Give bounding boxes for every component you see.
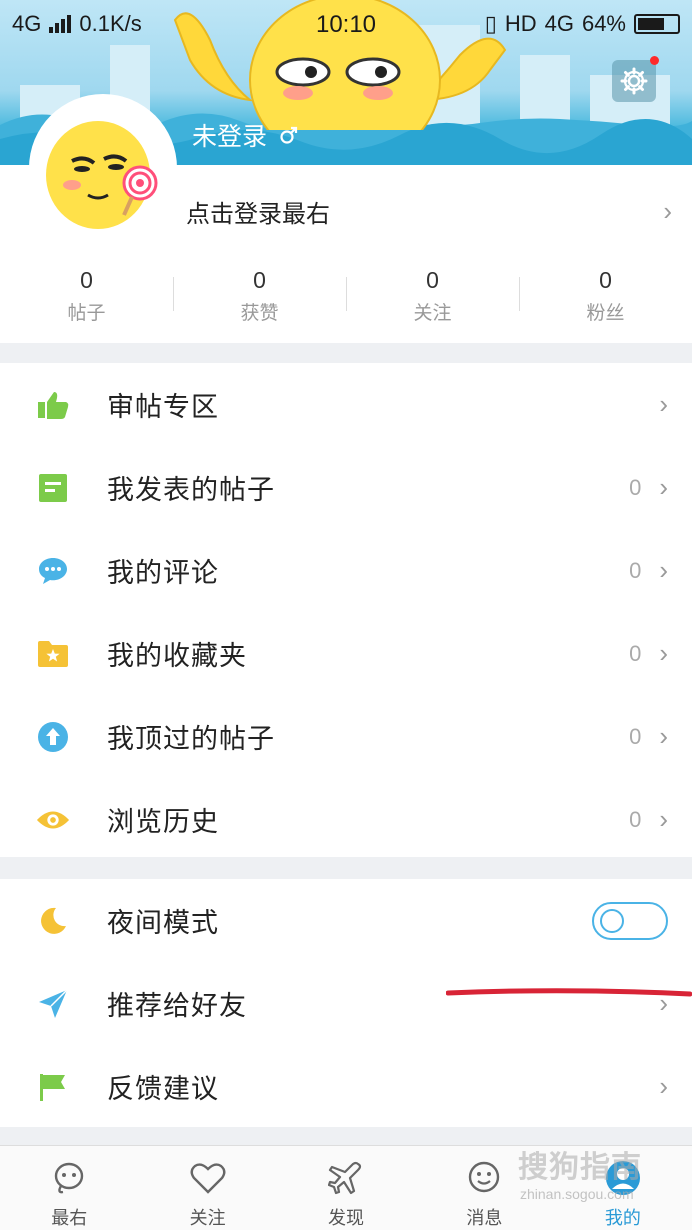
nav-home[interactable]: 最右: [0, 1146, 138, 1230]
watermark-sub: zhinan.sogou.com: [520, 1186, 634, 1202]
notification-dot: [650, 56, 659, 65]
stat-label: 关注: [413, 303, 452, 324]
stat-label: 获赞: [240, 303, 279, 324]
menu-item-feedback[interactable]: 反馈建议 ›: [0, 1045, 692, 1128]
stat-likes[interactable]: 0 获赞: [173, 265, 346, 335]
menu-group-settings: 夜间模式 推荐给好友 › 反馈建议 ›: [0, 879, 692, 1127]
login-row[interactable]: 点击登录最右 ›: [186, 191, 672, 231]
login-prompt: 点击登录最右: [186, 200, 330, 228]
menu-label: 推荐给好友: [107, 991, 247, 1021]
nav-label: 消息: [466, 1208, 503, 1228]
chat-face-icon: [464, 1158, 504, 1198]
stats-row: 0 帖子 0 获赞 0 关注 0 粉丝: [0, 265, 692, 335]
username-area[interactable]: 未登录: [192, 117, 299, 153]
username: 未登录: [192, 123, 268, 151]
battery-icon: [634, 14, 680, 34]
menu-item-history[interactable]: 浏览历史 0 ›: [0, 778, 692, 861]
comment-icon: [36, 554, 70, 588]
menu-item-recommend[interactable]: 推荐给好友 ›: [0, 962, 692, 1045]
stat-value: 0: [426, 267, 439, 293]
menu-item-my-comments[interactable]: 我的评论 0 ›: [0, 529, 692, 612]
chevron-right-icon: ›: [659, 1071, 668, 1101]
menu-label: 反馈建议: [107, 1074, 219, 1104]
chevron-right-icon: ›: [659, 555, 668, 585]
document-icon: [36, 471, 70, 505]
chevron-right-icon: ›: [659, 472, 668, 502]
gear-icon: [620, 67, 648, 95]
stat-following[interactable]: 0 关注: [346, 265, 519, 335]
annotation-underline: [446, 988, 692, 997]
chevron-right-icon: ›: [659, 721, 668, 751]
menu-item-night-mode: 夜间模式: [0, 879, 692, 962]
chevron-right-icon: ›: [663, 195, 672, 226]
eye-icon: [36, 803, 70, 837]
stat-label: 粉丝: [586, 303, 625, 324]
menu-count: 0: [629, 723, 642, 749]
nav-discover[interactable]: 发现: [277, 1146, 415, 1230]
menu-count: 0: [629, 557, 642, 583]
stat-value: 0: [80, 267, 93, 293]
watermark: 搜狗指南: [518, 1151, 642, 1184]
menu-label: 审帖专区: [107, 392, 219, 422]
folder-star-icon: [36, 637, 70, 671]
clock: 10:10: [315, 11, 377, 38]
chevron-right-icon: ›: [659, 804, 668, 834]
chevron-right-icon: ›: [659, 638, 668, 668]
moon-icon: [36, 904, 70, 938]
menu-label: 我顶过的帖子: [107, 724, 275, 754]
nav-label: 最右: [51, 1208, 88, 1228]
menu-label: 浏览历史: [107, 807, 219, 837]
menu-label: 我的评论: [107, 558, 219, 588]
status-bar: 4G 0.1K/s 10:10 ▯ HD 4G 64%: [0, 0, 692, 48]
gender-male-icon: [280, 126, 298, 144]
menu-count: 0: [629, 474, 642, 500]
menu-item-my-posts[interactable]: 我发表的帖子 0 ›: [0, 446, 692, 529]
home-face-icon: [49, 1158, 89, 1198]
menu-count: 0: [629, 640, 642, 666]
up-arrow-icon: [36, 720, 70, 754]
nav-label: 发现: [328, 1208, 365, 1228]
avatar-image: [32, 97, 174, 239]
avatar[interactable]: [32, 97, 174, 239]
thumbs-up-icon: [36, 388, 70, 422]
heart-icon: [188, 1158, 228, 1198]
airplane-icon: [326, 1158, 366, 1198]
toggle-knob: [600, 908, 624, 933]
menu-item-upvoted-posts[interactable]: 我顶过的帖子 0 ›: [0, 695, 692, 778]
night-mode-toggle[interactable]: [592, 901, 668, 940]
menu-label: 我的收藏夹: [107, 641, 247, 671]
menu-label: 我发表的帖子: [107, 475, 275, 505]
nav-label: 我的: [604, 1208, 641, 1228]
stat-fans[interactable]: 0 粉丝: [519, 265, 692, 335]
nav-label: 关注: [189, 1208, 226, 1228]
stat-value: 0: [599, 267, 612, 293]
stat-posts[interactable]: 0 帖子: [0, 265, 173, 335]
stat-value: 0: [253, 267, 266, 293]
menu-group-personal: 审帖专区 › 我发表的帖子 0 › 我的评论 0 › 我的收藏夹 0 › 我顶过的帖子…: [0, 363, 692, 857]
flag-icon: [36, 1070, 70, 1104]
menu-item-favorites[interactable]: 我的收藏夹 0 ›: [0, 612, 692, 695]
settings-button[interactable]: [612, 60, 656, 102]
menu-count: 0: [629, 806, 642, 832]
chevron-right-icon: ›: [659, 389, 668, 419]
nav-follow[interactable]: 关注: [138, 1146, 276, 1230]
menu-item-review-posts[interactable]: 审帖专区 ›: [0, 363, 692, 446]
paper-plane-icon: [36, 987, 70, 1021]
stat-label: 帖子: [67, 303, 106, 324]
menu-label: 夜间模式: [107, 908, 219, 938]
